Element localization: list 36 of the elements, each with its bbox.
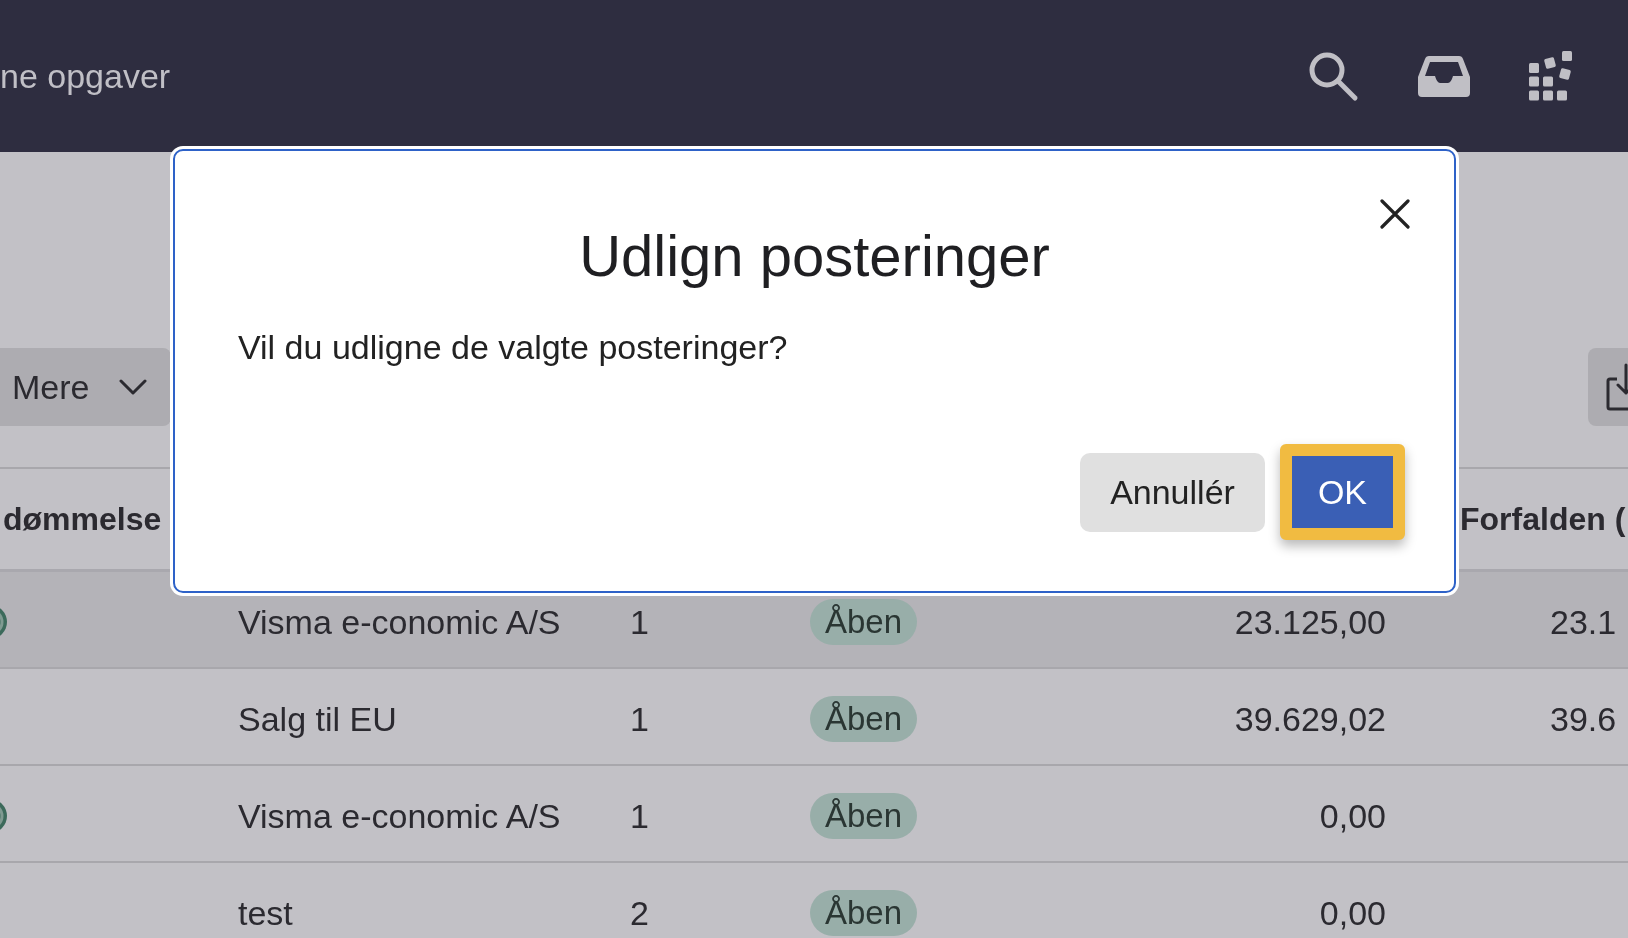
status-badge: Åben <box>810 793 918 839</box>
table-cell-text: 0,00 <box>1319 796 1386 837</box>
apps-grid-icon[interactable] <box>1529 51 1575 101</box>
table-cell-text: 39.629,02 <box>1234 699 1386 740</box>
status-badge: Åben <box>810 890 918 936</box>
table-cell: 2 <box>630 894 649 932</box>
status-badge: Åben <box>810 599 918 645</box>
table-row[interactable]: Salg til EU 1 Åben 39.629,02 39.6 <box>0 669 1628 766</box>
dialog-title: Udlign posteringer <box>579 222 1050 290</box>
table-cell-text: 23.1 <box>1549 602 1617 643</box>
table-cell-text: 39.6 <box>1549 699 1617 740</box>
chevron-down-icon <box>119 379 147 395</box>
search-icon[interactable] <box>1307 50 1359 102</box>
more-dropdown-button[interactable]: Mere <box>0 348 171 426</box>
close-icon <box>1380 199 1410 229</box>
table-row[interactable]: test 2 Åben 0,00 <box>0 863 1628 938</box>
table-cell: Salg til EU <box>238 700 397 738</box>
cancel-button[interactable]: Annullér <box>1080 452 1265 532</box>
column-header[interactable]: dømmelse <box>0 499 162 539</box>
table-cell: 1 <box>630 797 649 835</box>
table-cell: Visma e-conomic A/S <box>238 603 561 641</box>
table-cell-text: 0,00 <box>1319 893 1386 934</box>
dialog-message: Vil du udligne de valgte posteringer? <box>238 327 789 368</box>
close-button[interactable] <box>1380 199 1410 229</box>
table-cell: 1 <box>630 700 649 738</box>
ok-button[interactable]: OK <box>1279 444 1405 540</box>
inbox-tray-icon[interactable] <box>1418 55 1470 97</box>
table-cell-text: 23.125,00 <box>1234 602 1386 643</box>
table-cell: 1 <box>630 603 649 641</box>
table-cell: Visma e-conomic A/S <box>238 797 561 835</box>
table-row[interactable]: Visma e-conomic A/S 1 Åben 0,00 <box>0 766 1628 863</box>
table-cell: test <box>238 894 293 932</box>
nav-link[interactable]: ne opgaver <box>0 55 171 97</box>
download-box-icon <box>1606 363 1628 411</box>
status-badge: Åben <box>810 696 918 742</box>
import-button[interactable] <box>1588 348 1628 426</box>
